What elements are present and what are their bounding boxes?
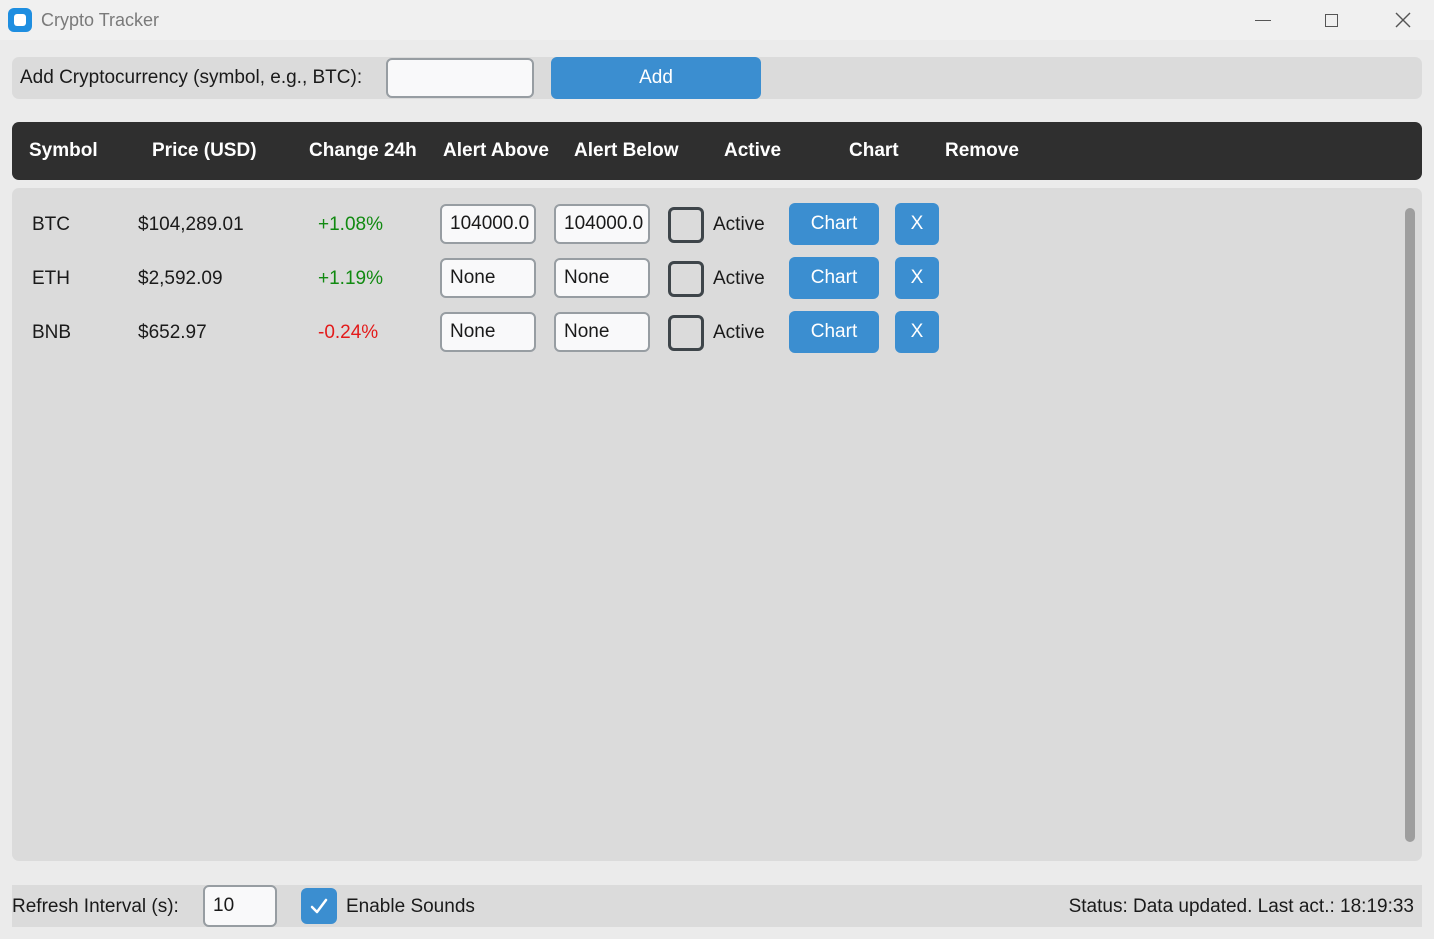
change-cell: +1.08% xyxy=(318,214,383,235)
chart-button[interactable]: Chart xyxy=(789,311,879,353)
column-header-price: Price (USD) xyxy=(152,140,257,161)
active-label: Active xyxy=(713,214,765,235)
crypto-row: BTC $104,289.01 +1.08% 104000.0 104000.0… xyxy=(12,203,1402,245)
close-icon xyxy=(1395,12,1411,28)
alert-below-input[interactable]: None xyxy=(554,258,650,298)
symbol-cell: BNB xyxy=(32,322,72,343)
refresh-interval-label: Refresh Interval (s): xyxy=(12,896,179,917)
column-header-alert-below: Alert Below xyxy=(574,140,679,161)
column-header-remove: Remove xyxy=(945,140,1019,161)
column-header-chart: Chart xyxy=(849,140,899,161)
minimize-button[interactable] xyxy=(1233,0,1293,40)
alert-below-input[interactable]: 104000.0 xyxy=(554,204,650,244)
active-checkbox[interactable] xyxy=(668,261,704,297)
crypto-row: BNB $652.97 -0.24% None None Active Char… xyxy=(12,311,1402,353)
bottom-bar: Refresh Interval (s): 10 Enable Sounds S… xyxy=(12,885,1422,927)
price-cell: $2,592.09 xyxy=(138,268,223,289)
symbol-cell: BTC xyxy=(32,214,70,235)
enable-sounds-checkbox[interactable] xyxy=(301,888,337,924)
column-header-active: Active xyxy=(724,140,782,161)
alert-above-input[interactable]: 104000.0 xyxy=(440,204,536,244)
remove-button[interactable]: X xyxy=(895,311,939,353)
window-title: Crypto Tracker xyxy=(41,10,160,30)
alert-above-input[interactable]: None xyxy=(440,258,536,298)
active-checkbox[interactable] xyxy=(668,315,704,351)
app-window: Crypto Tracker Add Cryptocurrency (symbo… xyxy=(0,0,1434,939)
status-text: Status: Data updated. Last act.: 18:19:3… xyxy=(1068,896,1414,917)
change-cell: -0.24% xyxy=(318,322,379,343)
enable-sounds-label: Enable Sounds xyxy=(346,896,475,917)
alert-above-input[interactable]: None xyxy=(440,312,536,352)
alert-below-input[interactable]: None xyxy=(554,312,650,352)
remove-button[interactable]: X xyxy=(895,203,939,245)
add-crypto-label: Add Cryptocurrency (symbol, e.g., BTC): xyxy=(20,67,363,88)
active-label: Active xyxy=(713,322,765,343)
price-cell: $652.97 xyxy=(138,322,207,343)
minimize-icon xyxy=(1255,19,1271,21)
remove-button[interactable]: X xyxy=(895,257,939,299)
chart-button[interactable]: Chart xyxy=(789,203,879,245)
active-checkbox[interactable] xyxy=(668,207,704,243)
symbol-cell: ETH xyxy=(32,268,70,289)
list-scrollbar[interactable] xyxy=(1405,208,1415,842)
add-button[interactable]: Add xyxy=(551,57,761,99)
crypto-list: BTC $104,289.01 +1.08% 104000.0 104000.0… xyxy=(12,188,1422,861)
title-bar: Crypto Tracker xyxy=(0,0,1434,40)
add-crypto-input[interactable] xyxy=(386,58,534,98)
app-icon xyxy=(8,8,32,32)
add-crypto-bar: Add Cryptocurrency (symbol, e.g., BTC): … xyxy=(12,57,1422,99)
chart-button[interactable]: Chart xyxy=(789,257,879,299)
table-header: Symbol Price (USD) Change 24h Alert Abov… xyxy=(12,122,1422,180)
checkmark-icon xyxy=(310,898,328,914)
close-button[interactable] xyxy=(1373,0,1433,40)
crypto-row: ETH $2,592.09 +1.19% None None Active Ch… xyxy=(12,257,1402,299)
column-header-alert-above: Alert Above xyxy=(443,140,549,161)
column-header-change: Change 24h xyxy=(309,140,417,161)
column-header-symbol: Symbol xyxy=(29,140,98,161)
maximize-button[interactable] xyxy=(1301,0,1361,40)
maximize-icon xyxy=(1324,13,1338,27)
active-label: Active xyxy=(713,268,765,289)
refresh-interval-input[interactable]: 10 xyxy=(203,885,277,927)
price-cell: $104,289.01 xyxy=(138,214,244,235)
change-cell: +1.19% xyxy=(318,268,383,289)
